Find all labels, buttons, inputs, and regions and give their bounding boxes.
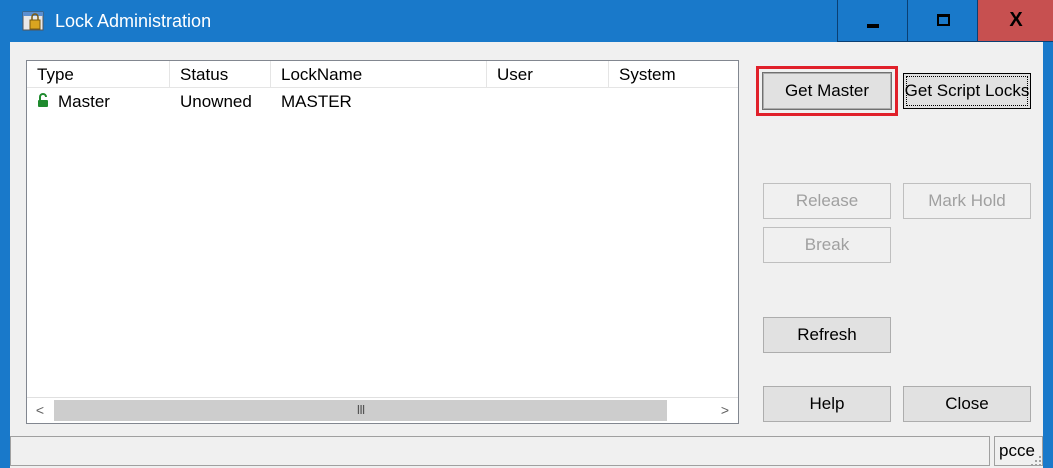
list-item[interactable]: Master Unowned MASTER	[27, 88, 738, 114]
cell-type: Master	[58, 92, 110, 111]
column-header-lockname[interactable]: LockName	[271, 61, 487, 87]
list-header: Type Status LockName User System	[27, 61, 738, 88]
help-button[interactable]: Help	[763, 386, 891, 422]
minimize-icon	[867, 24, 879, 28]
scroll-left-button[interactable]: <	[27, 398, 53, 423]
locks-list-view[interactable]: Type Status LockName User System Master …	[26, 60, 739, 424]
title-bar[interactable]: Lock Administration X	[0, 0, 1053, 42]
scroll-right-button[interactable]: >	[712, 398, 738, 423]
scrollbar-thumb[interactable]: III	[54, 400, 667, 421]
close-button[interactable]: Close	[903, 386, 1031, 422]
status-bar: pcce	[10, 434, 1043, 468]
close-icon: X	[1009, 9, 1023, 31]
get-master-button[interactable]: Get Master	[763, 73, 891, 109]
refresh-button[interactable]: Refresh	[763, 317, 891, 353]
resize-grip-icon[interactable]	[1029, 454, 1043, 468]
get-script-locks-button[interactable]: Get Script Locks	[903, 73, 1031, 109]
dialog-client-area: Type Status LockName User System Master …	[10, 42, 1043, 468]
column-header-status[interactable]: Status	[170, 61, 271, 87]
lock-admin-app-icon	[22, 11, 44, 31]
break-button[interactable]: Break	[763, 227, 891, 263]
horizontal-scrollbar[interactable]: < III >	[27, 397, 738, 423]
minimize-button[interactable]	[837, 0, 907, 42]
cell-lockname: MASTER	[281, 92, 352, 111]
window-title: Lock Administration	[55, 11, 212, 31]
cell-system	[609, 88, 619, 114]
column-header-type[interactable]: Type	[27, 61, 170, 87]
column-header-system[interactable]: System	[609, 61, 738, 87]
status-main-panel	[10, 436, 990, 466]
cell-status: Unowned	[180, 92, 252, 111]
close-window-button[interactable]: X	[977, 0, 1053, 42]
maximize-button[interactable]	[907, 0, 977, 42]
mark-hold-button[interactable]: Mark Hold	[903, 183, 1031, 219]
maximize-icon	[937, 14, 950, 26]
column-header-user[interactable]: User	[487, 61, 609, 87]
cell-user	[487, 88, 497, 114]
release-button[interactable]: Release	[763, 183, 891, 219]
scrollbar-grip-icon: III	[356, 402, 366, 417]
